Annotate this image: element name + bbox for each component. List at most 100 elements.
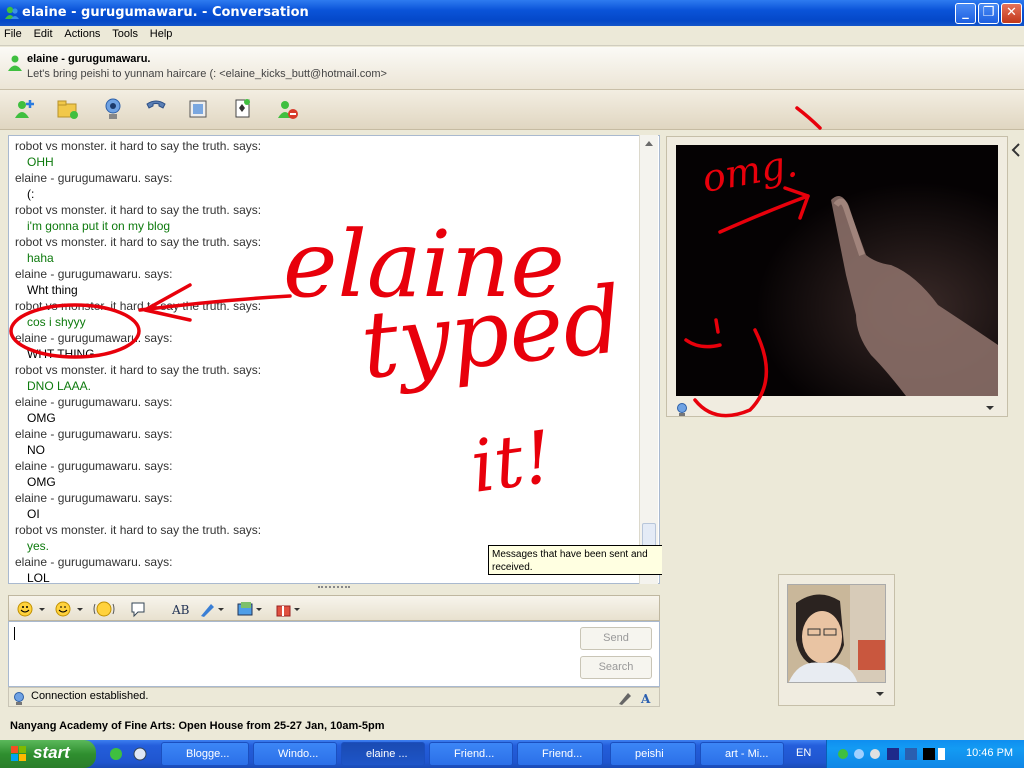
send-files-icon[interactable] [55, 96, 81, 122]
gift-icon[interactable] [275, 600, 301, 618]
connection-status-text: Connection established. [31, 690, 149, 702]
message-text: cos i shyyy [27, 315, 86, 329]
task-friend-1[interactable]: Friend... [429, 742, 513, 766]
window-title: elaine - gurugumawaru. - Conversation [22, 5, 309, 20]
message-sender: elaine - gurugumawaru. says: [15, 491, 173, 505]
message-list: robot vs monster. it hard to say the tru… [15, 138, 640, 583]
message-sender: robot vs monster. it hard to say the tru… [15, 139, 262, 153]
windows-taskbar: start Blogge... Windo... elaine ... Frie… [0, 740, 1024, 768]
display-picture-image [788, 585, 885, 682]
menu-help[interactable]: Help [146, 26, 177, 42]
collapse-panel-icon[interactable] [1010, 140, 1022, 160]
message-text: haha [27, 251, 54, 265]
history-tooltip: Messages that have been sent and receive… [488, 545, 666, 575]
message-text: WHT THING [27, 347, 95, 361]
language-indicator[interactable]: EN [796, 747, 811, 759]
conversation-history[interactable]: robot vs monster. it hard to say the tru… [8, 135, 660, 584]
message-text: DNO LAAA. [27, 379, 92, 393]
advertisement-bar[interactable]: Nanyang Academy of Fine Arts: Open House… [0, 712, 1024, 740]
menu-actions[interactable]: Actions [60, 26, 104, 42]
minimize-button[interactable]: _ [955, 3, 976, 24]
start-label: start [33, 743, 70, 762]
message-sender: elaine - gurugumawaru. says: [15, 267, 173, 281]
webcam-small-icon[interactable] [675, 402, 689, 416]
menu-file[interactable]: File [0, 26, 26, 42]
message-text: OHH [27, 155, 54, 169]
nudge-icon[interactable] [93, 600, 115, 618]
menu-edit[interactable]: Edit [30, 26, 57, 42]
scroll-up-icon[interactable] [644, 139, 654, 147]
task-windows-media[interactable]: Windo... [253, 742, 337, 766]
webcam-icon[interactable] [100, 96, 126, 122]
tray-icons[interactable] [835, 745, 945, 763]
message-sender: robot vs monster. it hard to say the tru… [15, 235, 262, 249]
invite-contact-icon[interactable] [12, 96, 38, 122]
contact-status-icon [8, 55, 22, 71]
wink-icon[interactable] [55, 600, 85, 618]
connection-status-bar: Connection established. A [8, 687, 660, 707]
svg-text:AB: AB [171, 603, 189, 617]
contact-name[interactable]: elaine - gurugumawaru. [27, 53, 150, 65]
action-toolbar [0, 90, 1024, 130]
history-scrollbar[interactable] [639, 135, 658, 584]
task-blogger[interactable]: Blogge... [161, 742, 249, 766]
window-title-bar[interactable]: elaine - gurugumawaru. - Conversation _ … [0, 0, 1024, 26]
menu-tools[interactable]: Tools [108, 26, 142, 42]
message-compose-area[interactable]: Send Search [8, 621, 660, 687]
voice-clip-icon[interactable] [129, 600, 147, 618]
webcam-image [676, 145, 998, 396]
search-button[interactable]: Search [580, 656, 652, 679]
emoticon-icon[interactable] [17, 600, 47, 618]
quick-launch-icons[interactable] [108, 745, 152, 763]
games-icon[interactable] [230, 96, 256, 122]
webcam-options-chevron-icon[interactable] [985, 404, 995, 412]
background-icon[interactable] [237, 600, 263, 618]
message-sender: robot vs monster. it hard to say the tru… [15, 299, 262, 313]
task-friend-2[interactable]: Friend... [517, 742, 603, 766]
formatting-toolbar: AB [8, 595, 660, 621]
menu-bar: File Edit Actions Tools Help [0, 26, 1024, 46]
messenger-icon [5, 6, 19, 19]
message-text: (: [27, 187, 35, 201]
text-cursor [14, 627, 15, 640]
message-text: OMG [27, 411, 56, 425]
message-text: OI [27, 507, 40, 521]
message-sender: elaine - gurugumawaru. says: [15, 395, 173, 409]
block-icon[interactable] [275, 96, 301, 122]
activities-icon[interactable] [186, 96, 212, 122]
call-icon[interactable] [143, 96, 169, 122]
handwriting-icon[interactable] [617, 690, 633, 706]
typing-mode-icon[interactable]: A [639, 690, 655, 706]
font-icon[interactable]: AB [171, 600, 189, 618]
message-sender: robot vs monster. it hard to say the tru… [15, 203, 262, 217]
restore-button[interactable]: ❐ [978, 3, 999, 24]
message-text: Wht thing [27, 283, 78, 297]
message-text: OMG [27, 475, 56, 489]
message-sender: robot vs monster. it hard to say the tru… [15, 363, 262, 377]
advertisement-text[interactable]: Nanyang Academy of Fine Arts: Open House… [10, 720, 385, 732]
webcam-status-icon [14, 692, 24, 705]
pane-splitter[interactable] [318, 586, 350, 589]
display-picture-chevron-icon[interactable] [875, 690, 885, 698]
svg-text:A: A [640, 692, 651, 706]
contact-personal-message: Let's bring peishi to yunnam haircare (:… [27, 68, 387, 80]
close-button[interactable]: ✕ [1001, 3, 1022, 24]
message-sender: elaine - gurugumawaru. says: [15, 171, 173, 185]
task-word-document[interactable]: art - Mi... [700, 742, 784, 766]
task-elaine-conversation[interactable]: elaine ... [341, 742, 425, 766]
system-tray: 10:46 PM [826, 740, 1024, 768]
send-button[interactable]: Send [580, 627, 652, 650]
message-sender: elaine - gurugumawaru. says: [15, 331, 173, 345]
contact-header: elaine - gurugumawaru. Let's bring peish… [0, 47, 1024, 90]
clock: 10:46 PM [966, 747, 1014, 759]
message-text: i'm gonna put it on my blog [27, 219, 171, 233]
start-button[interactable]: start [0, 740, 96, 768]
windows-logo-icon [11, 746, 26, 761]
message-sender: elaine - gurugumawaru. says: [15, 427, 173, 441]
webcam-video [676, 145, 998, 396]
message-sender: robot vs monster. it hard to say the tru… [15, 523, 262, 537]
task-peishi-folder[interactable]: peishi [610, 742, 696, 766]
message-sender: elaine - gurugumawaru. says: [15, 459, 173, 473]
color-icon[interactable] [199, 600, 225, 618]
display-picture[interactable] [787, 584, 886, 683]
